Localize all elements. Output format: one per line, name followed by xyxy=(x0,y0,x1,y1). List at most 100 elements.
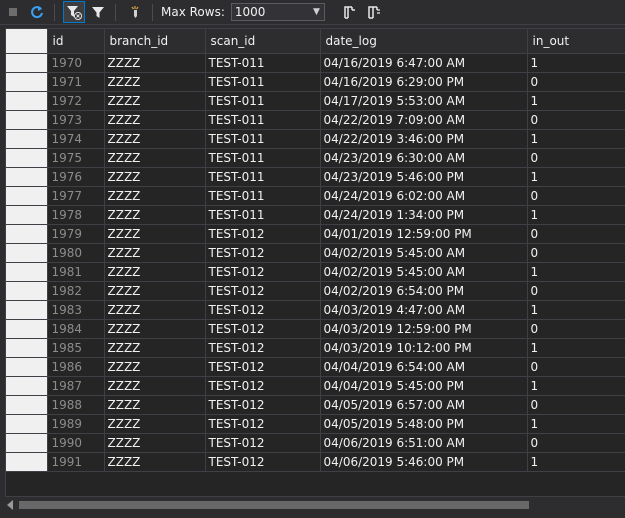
cell-id[interactable]: 1978 xyxy=(47,205,105,225)
row-selector[interactable] xyxy=(6,72,48,92)
cell-branch-id[interactable]: ZZZZ xyxy=(104,357,206,377)
refresh-button[interactable] xyxy=(26,1,48,23)
cell-id[interactable]: 1975 xyxy=(47,148,105,168)
table-row[interactable]: 1977 ZZZZ TEST-011 04/24/2019 6:02:00 AM 0 xyxy=(6,186,625,206)
cell-branch-id[interactable]: ZZZZ xyxy=(104,110,206,130)
table-row[interactable]: 1990 ZZZZ TEST-012 04/06/2019 6:51:00 AM 0 xyxy=(6,433,625,453)
table-row[interactable]: 1976 ZZZZ TEST-011 04/23/2019 5:46:00 PM 1 xyxy=(6,167,625,187)
row-selector[interactable] xyxy=(6,452,48,472)
cell-id[interactable]: 1980 xyxy=(47,243,105,263)
table-row[interactable]: 1970 ZZZZ TEST-011 04/16/2019 6:47:00 AM 1 xyxy=(6,53,625,73)
cell-in-out[interactable]: 0 xyxy=(527,186,625,206)
table-row[interactable]: 1984 ZZZZ TEST-012 04/03/2019 12:59:00 PM 0 xyxy=(6,319,625,339)
scroll-left-icon[interactable] xyxy=(7,500,13,510)
cell-id[interactable]: 1979 xyxy=(47,224,105,244)
table-row[interactable]: 1986 ZZZZ TEST-012 04/04/2019 6:54:00 AM 0 xyxy=(6,357,625,377)
cell-scan-id[interactable]: TEST-012 xyxy=(205,319,321,339)
column-header-in-out[interactable]: in_out xyxy=(527,29,625,54)
cell-in-out[interactable]: 0 xyxy=(527,148,625,168)
filter-button[interactable] xyxy=(87,1,109,23)
row-selector[interactable] xyxy=(6,148,48,168)
table-row[interactable]: 1971 ZZZZ TEST-011 04/16/2019 6:29:00 PM 0 xyxy=(6,72,625,92)
cell-date-log[interactable]: 04/17/2019 5:53:00 AM xyxy=(320,91,528,111)
cell-date-log[interactable]: 04/04/2019 6:54:00 AM xyxy=(320,357,528,377)
cell-id[interactable]: 1990 xyxy=(47,433,105,453)
cell-date-log[interactable]: 04/02/2019 5:45:00 AM xyxy=(320,262,528,282)
cell-branch-id[interactable]: ZZZZ xyxy=(104,167,206,187)
table-row[interactable]: 1982 ZZZZ TEST-012 04/02/2019 6:54:00 PM 0 xyxy=(6,281,625,301)
cell-scan-id[interactable]: TEST-012 xyxy=(205,243,321,263)
cell-scan-id[interactable]: TEST-011 xyxy=(205,186,321,206)
cell-id[interactable]: 1970 xyxy=(47,53,105,73)
cell-scan-id[interactable]: TEST-011 xyxy=(205,167,321,187)
table-row[interactable]: 1989 ZZZZ TEST-012 04/05/2019 5:48:00 PM 1 xyxy=(6,414,625,434)
cell-date-log[interactable]: 04/03/2019 10:12:00 PM xyxy=(320,338,528,358)
cell-branch-id[interactable]: ZZZZ xyxy=(104,91,206,111)
cell-date-log[interactable]: 04/06/2019 5:46:00 PM xyxy=(320,452,528,472)
cell-in-out[interactable]: 0 xyxy=(527,357,625,377)
cell-scan-id[interactable]: TEST-011 xyxy=(205,91,321,111)
row-selector[interactable] xyxy=(6,338,48,358)
cell-branch-id[interactable]: ZZZZ xyxy=(104,376,206,396)
cell-date-log[interactable]: 04/23/2019 5:46:00 PM xyxy=(320,167,528,187)
cell-scan-id[interactable]: TEST-012 xyxy=(205,395,321,415)
row-selector[interactable] xyxy=(6,243,48,263)
row-selector[interactable] xyxy=(6,319,48,339)
row-selector[interactable] xyxy=(6,376,48,396)
table-row[interactable]: 1991 ZZZZ TEST-012 04/06/2019 5:46:00 PM 1 xyxy=(6,452,625,472)
cell-in-out[interactable]: 0 xyxy=(527,433,625,453)
horizontal-scrollbar[interactable] xyxy=(5,496,625,513)
row-selector[interactable] xyxy=(6,433,48,453)
table-row[interactable]: 1972 ZZZZ TEST-011 04/17/2019 5:53:00 AM 1 xyxy=(6,91,625,111)
column-header-date-log[interactable]: date_log xyxy=(320,29,528,54)
cell-scan-id[interactable]: TEST-012 xyxy=(205,338,321,358)
row-selector[interactable] xyxy=(6,205,48,225)
cell-id[interactable]: 1973 xyxy=(47,110,105,130)
table-row[interactable]: 1974 ZZZZ TEST-011 04/22/2019 3:46:00 PM 1 xyxy=(6,129,625,149)
table-row[interactable]: 1980 ZZZZ TEST-012 04/02/2019 5:45:00 AM 0 xyxy=(6,243,625,263)
clear-filter-button[interactable] xyxy=(63,1,85,23)
cell-date-log[interactable]: 04/16/2019 6:29:00 PM xyxy=(320,72,528,92)
cell-date-log[interactable]: 04/02/2019 6:54:00 PM xyxy=(320,281,528,301)
cell-scan-id[interactable]: TEST-011 xyxy=(205,72,321,92)
table-row[interactable]: 1975 ZZZZ TEST-011 04/23/2019 6:30:00 AM 0 xyxy=(6,148,625,168)
cell-id[interactable]: 1986 xyxy=(47,357,105,377)
cell-id[interactable]: 1982 xyxy=(47,281,105,301)
table-row[interactable]: 1978 ZZZZ TEST-011 04/24/2019 1:34:00 PM 1 xyxy=(6,205,625,225)
cell-in-out[interactable]: 1 xyxy=(527,338,625,358)
row-selector[interactable] xyxy=(6,281,48,301)
cell-in-out[interactable]: 1 xyxy=(527,167,625,187)
cell-in-out[interactable]: 1 xyxy=(527,300,625,320)
cell-id[interactable]: 1972 xyxy=(47,91,105,111)
cell-id[interactable]: 1977 xyxy=(47,186,105,206)
stop-button[interactable] xyxy=(2,1,24,23)
cell-scan-id[interactable]: TEST-012 xyxy=(205,452,321,472)
cell-in-out[interactable]: 0 xyxy=(527,243,625,263)
cell-in-out[interactable]: 0 xyxy=(527,72,625,92)
cell-branch-id[interactable]: ZZZZ xyxy=(104,205,206,225)
cell-id[interactable]: 1971 xyxy=(47,72,105,92)
cell-id[interactable]: 1974 xyxy=(47,129,105,149)
row-selector[interactable] xyxy=(6,357,48,377)
max-rows-select[interactable]: 1000 ▼ xyxy=(230,3,325,21)
cell-branch-id[interactable]: ZZZZ xyxy=(104,224,206,244)
cell-date-log[interactable]: 04/23/2019 6:30:00 AM xyxy=(320,148,528,168)
cell-date-log[interactable]: 04/03/2019 4:47:00 AM xyxy=(320,300,528,320)
row-selector[interactable] xyxy=(6,53,48,73)
row-selector[interactable] xyxy=(6,186,48,206)
cell-branch-id[interactable]: ZZZZ xyxy=(104,148,206,168)
table-row[interactable]: 1981 ZZZZ TEST-012 04/02/2019 5:45:00 AM 1 xyxy=(6,262,625,282)
script-file-button[interactable] xyxy=(363,1,385,23)
cell-date-log[interactable]: 04/05/2019 6:57:00 AM xyxy=(320,395,528,415)
cell-in-out[interactable]: 1 xyxy=(527,205,625,225)
cell-branch-id[interactable]: ZZZZ xyxy=(104,319,206,339)
cell-scan-id[interactable]: TEST-012 xyxy=(205,224,321,244)
row-selector[interactable] xyxy=(6,91,48,111)
cell-date-log[interactable]: 04/03/2019 12:59:00 PM xyxy=(320,319,528,339)
cell-date-log[interactable]: 04/01/2019 12:59:00 PM xyxy=(320,224,528,244)
cell-date-log[interactable]: 04/24/2019 1:34:00 PM xyxy=(320,205,528,225)
row-selector[interactable] xyxy=(6,395,48,415)
cell-in-out[interactable]: 0 xyxy=(527,224,625,244)
cell-branch-id[interactable]: ZZZZ xyxy=(104,281,206,301)
cell-date-log[interactable]: 04/06/2019 6:51:00 AM xyxy=(320,433,528,453)
